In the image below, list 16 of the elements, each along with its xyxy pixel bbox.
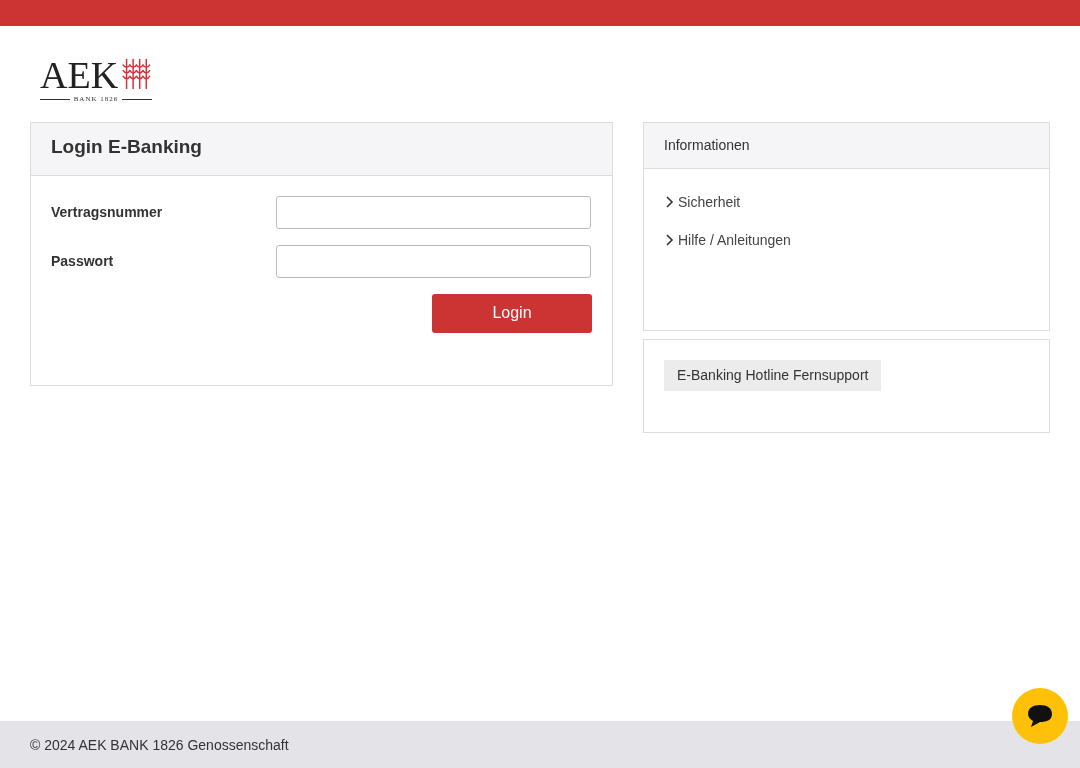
chevron-right-icon	[666, 196, 674, 208]
speech-bubble-icon	[1027, 704, 1053, 728]
field-label: Vertragsnummer	[51, 202, 164, 222]
logo-name: AEK	[40, 58, 119, 92]
input-field[interactable]	[276, 195, 591, 229]
input-field[interactable]	[276, 244, 591, 278]
chat-button[interactable]	[1012, 688, 1068, 744]
chevron-right-icon	[666, 234, 674, 246]
login-title: Login E-Banking	[51, 134, 203, 159]
copyright-text: © 2024 AEK BANK 1826 Genossenschaft	[30, 737, 289, 753]
field-label: Passwort	[51, 251, 115, 271]
info-link[interactable]: Hilfe / Anleitungen	[666, 229, 791, 251]
info-link[interactable]: Sicherheit	[666, 191, 741, 213]
info-title: Informationen	[664, 135, 750, 155]
hotline-button[interactable]: E-Banking Hotline Fernsupport	[664, 359, 882, 391]
login-button[interactable]: Login	[432, 293, 592, 333]
